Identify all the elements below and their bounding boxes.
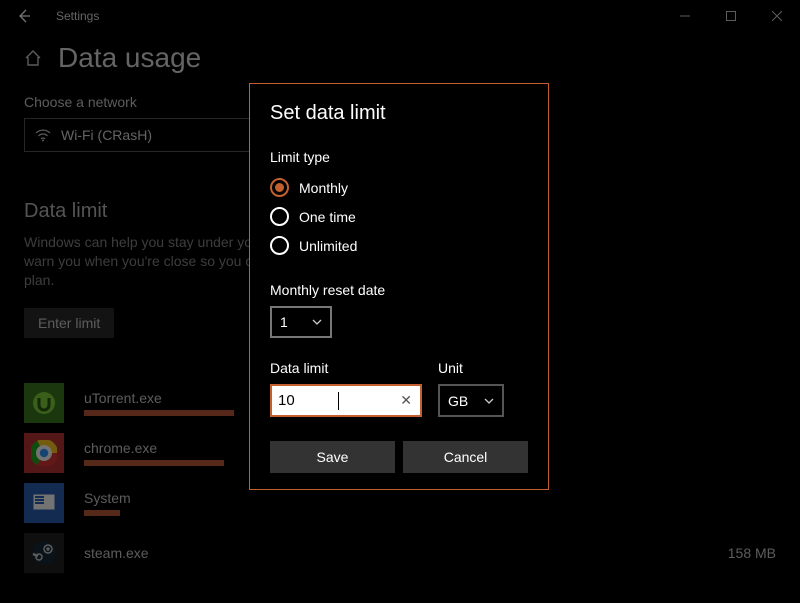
limit-type-label: Limit type (270, 149, 528, 165)
steam-icon (24, 533, 64, 573)
unit-value: GB (448, 393, 468, 409)
app-usage-bar (84, 460, 224, 466)
chevron-down-icon (484, 398, 494, 404)
radio-icon (270, 207, 289, 226)
app-row: steam.exe 158 MB (24, 528, 776, 578)
radio-label: One time (299, 209, 356, 225)
radio-one-time[interactable]: One time (270, 202, 528, 231)
window-title: Settings (56, 9, 99, 23)
chevron-down-icon (312, 319, 322, 325)
limit-type-group: Monthly One time Unlimited (270, 173, 528, 260)
close-button[interactable] (754, 0, 800, 32)
radio-icon (270, 178, 289, 197)
app-name: steam.exe (84, 545, 676, 561)
data-limit-label: Data limit (270, 360, 422, 376)
titlebar: Settings (0, 0, 800, 32)
save-button[interactable]: Save (270, 441, 395, 473)
unit-select[interactable]: GB (438, 384, 504, 417)
system-icon (24, 483, 64, 523)
text-caret (338, 392, 339, 410)
reset-date-value: 1 (280, 314, 288, 330)
close-icon (772, 11, 782, 21)
radio-label: Unlimited (299, 238, 357, 254)
cancel-button[interactable]: Cancel (403, 441, 528, 473)
wifi-icon (35, 128, 51, 142)
reset-date-label: Monthly reset date (270, 282, 528, 298)
maximize-icon (726, 11, 736, 21)
radio-monthly[interactable]: Monthly (270, 173, 528, 202)
app-size: 158 MB (676, 545, 776, 561)
clear-icon[interactable]: ✕ (398, 392, 414, 409)
radio-icon (270, 236, 289, 255)
unit-label: Unit (438, 360, 504, 376)
reset-date-select[interactable]: 1 (270, 306, 332, 338)
data-limit-input[interactable]: 10 ✕ (270, 384, 422, 417)
maximize-button[interactable] (708, 0, 754, 32)
arrow-left-icon (16, 8, 32, 24)
radio-unlimited[interactable]: Unlimited (270, 231, 528, 260)
network-name: Wi-Fi (CRasH) (61, 127, 152, 143)
set-data-limit-dialog: Set data limit Limit type Monthly One ti… (249, 83, 549, 490)
app-usage-bar (84, 410, 234, 416)
app-usage-bar (84, 510, 120, 516)
home-icon[interactable] (24, 49, 42, 67)
dialog-title: Set data limit (270, 102, 528, 125)
minimize-icon (680, 11, 690, 21)
chrome-icon (24, 433, 64, 473)
utorrent-icon (24, 383, 64, 423)
page-title: Data usage (58, 42, 201, 74)
back-button[interactable] (8, 8, 40, 24)
minimize-button[interactable] (662, 0, 708, 32)
enter-limit-button[interactable]: Enter limit (24, 308, 114, 338)
data-limit-value: 10 (278, 392, 338, 409)
app-name: System (84, 490, 676, 506)
radio-label: Monthly (299, 180, 348, 196)
